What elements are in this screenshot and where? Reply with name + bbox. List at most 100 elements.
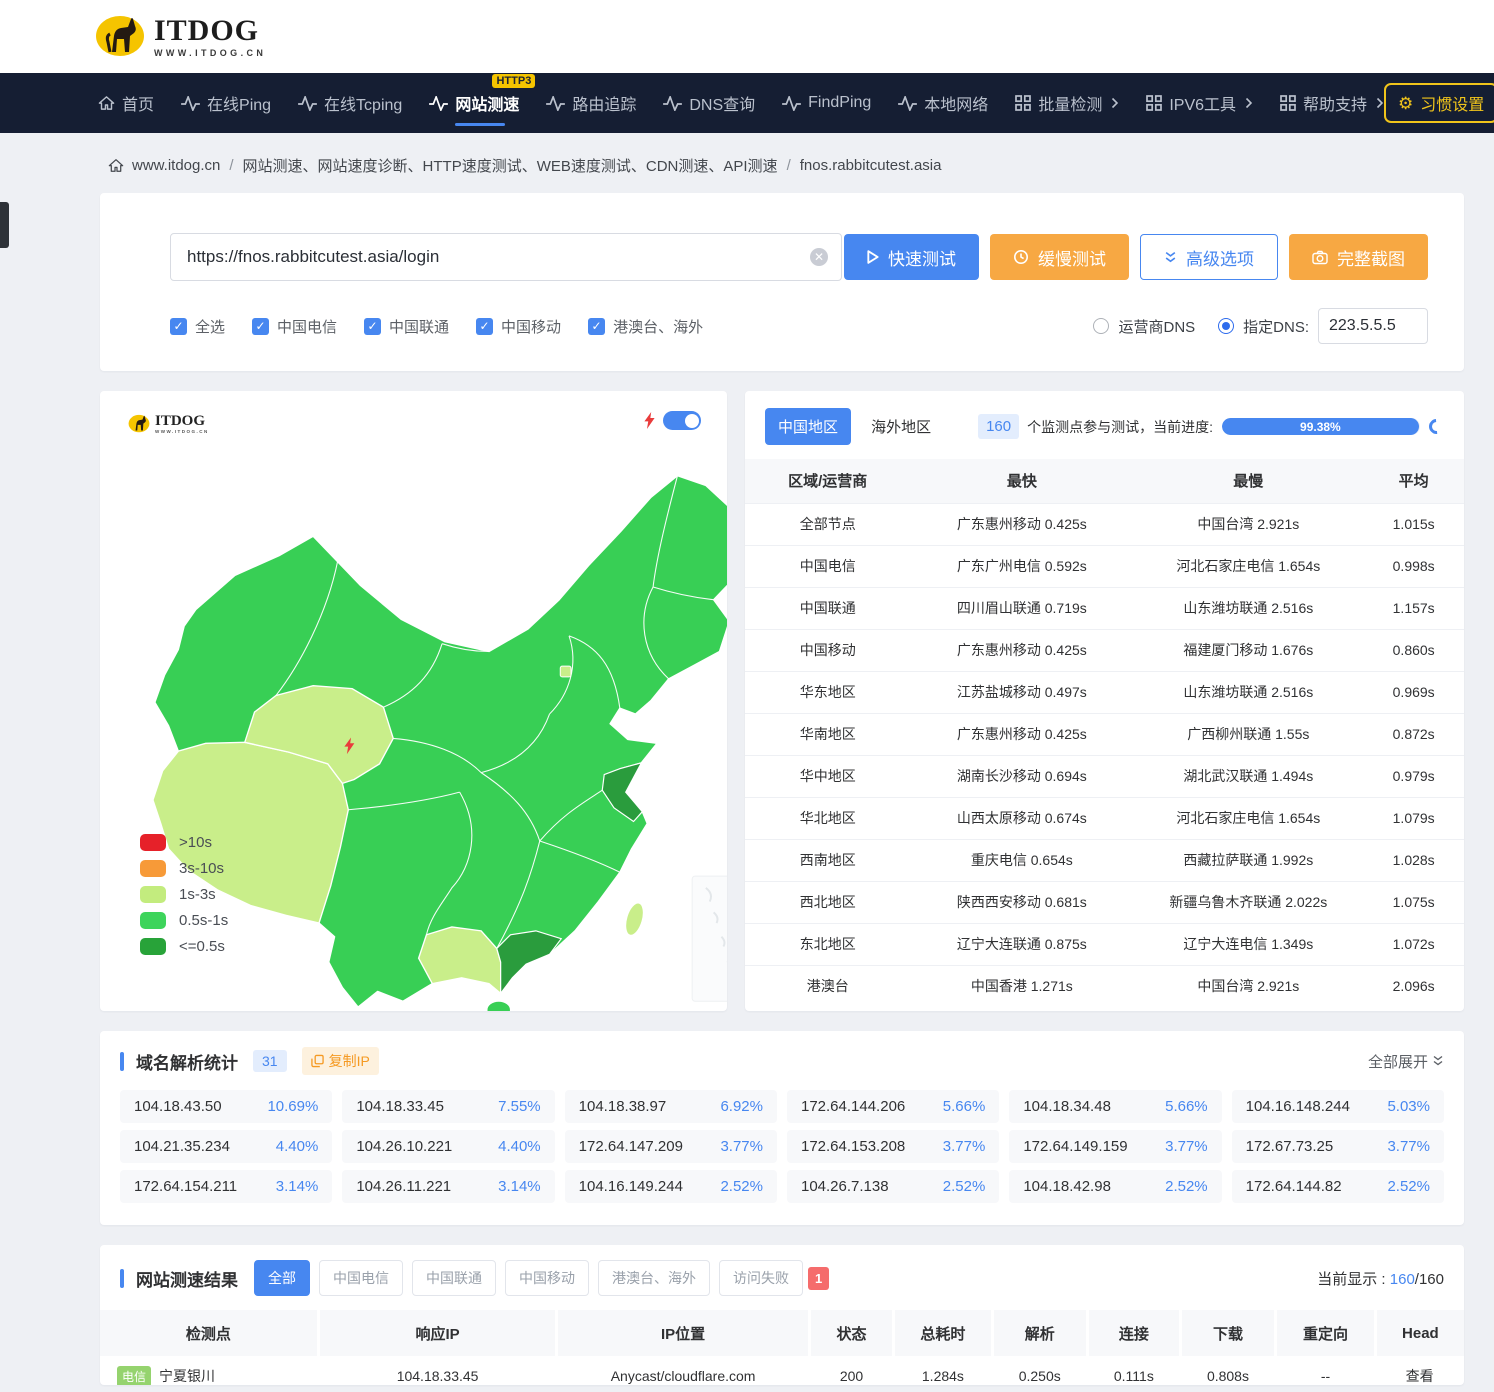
breadcrumb-home[interactable]: www.itdog.cn (132, 157, 220, 174)
ip-stat-cell[interactable]: 172.64.144.82 2.52% (1232, 1170, 1444, 1203)
fastest-value: 中国香港 1.271s (910, 965, 1133, 1007)
result-table: 检测点响应IPIP位置状态总耗时解析连接下载重定向Head 电信宁夏银川 104… (100, 1310, 1464, 1385)
carrier-checkbox[interactable]: ✓ 中国移动 (476, 316, 561, 337)
region-table-row: 中国电信 广东广州电信 0.592s 河北石家庄电信 1.654s 0.998s (745, 545, 1464, 587)
expand-all-button[interactable]: 全部展开 (1368, 1051, 1444, 1072)
ip-stat-cell[interactable]: 104.21.35.234 4.40% (120, 1130, 332, 1163)
map-mode-toggle[interactable] (663, 411, 701, 430)
filter-tab[interactable]: 中国移动 (505, 1260, 589, 1296)
advanced-options-button[interactable]: 高级选项 (1140, 234, 1278, 280)
full-screenshot-button[interactable]: 完整截图 (1289, 234, 1428, 280)
column-header: 连接 (1087, 1310, 1180, 1356)
carrier-checkbox[interactable]: ✓ 港澳台、海外 (588, 316, 703, 337)
column-header: 平均 (1363, 459, 1464, 503)
breadcrumb-section[interactable]: 网站测速、网站速度诊断、HTTP速度测试、WEB速度测试、CDN测速、API测速 (243, 155, 778, 176)
filter-tab[interactable]: 访问失败 (719, 1260, 803, 1296)
ip-stat-cell[interactable]: 172.64.147.209 3.77% (565, 1130, 777, 1163)
ip-stat-cell[interactable]: 104.18.42.98 2.52% (1009, 1170, 1221, 1203)
filter-tab[interactable]: 全部 (254, 1260, 310, 1296)
ip-stat-cell[interactable]: 104.16.149.244 2.52% (565, 1170, 777, 1203)
ip-stat-cell[interactable]: 172.64.144.206 5.66% (787, 1090, 999, 1123)
specified-dns-label[interactable]: 指定DNS: (1243, 316, 1309, 337)
ip-stat-cell[interactable]: 104.18.33.45 7.55% (342, 1090, 554, 1123)
filter-tab[interactable]: 中国联通 (412, 1260, 496, 1296)
ip-stat-cell[interactable]: 104.18.43.50 10.69% (120, 1090, 332, 1123)
filter-tab[interactable]: 中国电信 (319, 1260, 403, 1296)
nav-item[interactable]: DNS查询 (663, 73, 755, 133)
activity-icon (546, 96, 565, 111)
slowest-value: 河北石家庄电信 1.654s (1133, 545, 1363, 587)
region-name: 华北地区 (745, 797, 910, 839)
result-filter-tabs: 全部 中国电信 中国联通 中国移动 (254, 1260, 829, 1296)
carrier-checkbox[interactable]: ✓ 中国联通 (364, 316, 449, 337)
nav-item[interactable]: 在线Tcping (298, 73, 402, 133)
ip-stat-cell[interactable]: 104.18.34.48 5.66% (1009, 1090, 1221, 1123)
ip-stat-cell[interactable]: 172.64.154.211 3.14% (120, 1170, 332, 1203)
ip-percent: 4.40% (276, 1138, 319, 1155)
copy-ip-button[interactable]: 复制IP (302, 1047, 379, 1075)
grid-icon (1280, 95, 1296, 111)
checkbox-checked-icon: ✓ (252, 318, 269, 335)
nav-item[interactable]: 网站测速 HTTP3 (429, 73, 519, 133)
fastest-value: 四川眉山联通 0.719s (910, 587, 1133, 629)
ip-percent: 6.92% (720, 1098, 763, 1115)
nav-item-icon (898, 96, 917, 111)
ip-address: 104.26.7.138 (801, 1178, 889, 1195)
nav-item-icon (1015, 95, 1031, 111)
nav-item[interactable]: 路由追踪 (546, 73, 636, 133)
settings-button[interactable]: ⚙ 习惯设置 (1384, 83, 1494, 123)
ip-stat-cell[interactable]: 104.26.11.221 3.14% (342, 1170, 554, 1203)
carrier-checkbox-group: ✓ 全选 ✓ 中国电信 ✓ 中国联通 ✓ 中国 (170, 316, 703, 337)
dns-input[interactable] (1318, 308, 1428, 344)
nav-item[interactable]: 在线Ping (181, 73, 271, 133)
activity-icon (429, 96, 448, 111)
filter-tab[interactable]: 港澳台、海外 (598, 1260, 710, 1296)
activity-icon (663, 96, 682, 111)
fastest-value: 广东惠州移动 0.425s (910, 503, 1133, 545)
quick-test-button[interactable]: 快速测试 (844, 234, 979, 280)
specified-dns-radio[interactable] (1218, 318, 1234, 334)
slowest-value: 河北石家庄电信 1.654s (1133, 797, 1363, 839)
head-view-link[interactable]: 查看 (1375, 1356, 1464, 1385)
tab-overseas-region[interactable]: 海外地区 (858, 408, 944, 445)
carrier-checkbox[interactable]: ✓ 全选 (170, 316, 225, 337)
checkbox-checked-icon: ✓ (588, 318, 605, 335)
ip-stat-cell[interactable]: 104.26.10.221 4.40% (342, 1130, 554, 1163)
itdog-logo[interactable]: ITDOG WWW.ITDOG.CN (90, 12, 266, 62)
carrier-checkbox[interactable]: ✓ 中国电信 (252, 316, 337, 337)
region-name: 东北地区 (745, 923, 910, 965)
chevron-right-icon (1376, 97, 1384, 109)
url-input[interactable] (170, 233, 842, 281)
speed-results-title: 网站测速结果 (136, 1266, 238, 1291)
brand-name: ITDOG (154, 16, 266, 46)
chevron-right-icon (1111, 97, 1119, 109)
nav-item[interactable]: 帮助支持 (1280, 73, 1384, 133)
clear-input-icon[interactable]: ✕ (810, 248, 828, 266)
ip-address: 104.18.34.48 (1023, 1098, 1111, 1115)
slowest-value: 中国台湾 2.921s (1133, 503, 1363, 545)
test-form-card: ✕ 快速测试 缓慢测试 高级选项 完整截图 (100, 193, 1464, 371)
ip-address: 172.64.144.82 (1246, 1178, 1342, 1195)
ip-stat-cell[interactable]: 104.16.148.244 5.03% (1232, 1090, 1444, 1123)
nav-item[interactable]: 首页 (98, 73, 154, 133)
fastest-value: 山西太原移动 0.674s (910, 797, 1133, 839)
page-edge-tab[interactable] (0, 202, 9, 248)
nav-item[interactable]: 本地网络 (898, 73, 988, 133)
operator-dns-radio[interactable] (1093, 318, 1109, 334)
region-table-row: 华东地区 江苏盐城移动 0.497s 山东潍坊联通 2.516s 0.969s (745, 671, 1464, 713)
ip-stat-cell[interactable]: 172.67.73.25 3.77% (1232, 1130, 1444, 1163)
operator-dns-label[interactable]: 运营商DNS (1118, 316, 1195, 337)
ip-stat-cell[interactable]: 104.26.7.138 2.52% (787, 1170, 999, 1203)
nav-item[interactable]: FindPing (782, 73, 871, 133)
legend-item: 1s-3s (140, 886, 228, 903)
legend-item: 0.5s-1s (140, 912, 228, 929)
slow-test-button[interactable]: 缓慢测试 (990, 234, 1129, 280)
ip-stat-cell[interactable]: 172.64.149.159 3.77% (1009, 1130, 1221, 1163)
progress-percent: 99.38% (1300, 420, 1341, 434)
nav-item[interactable]: IPV6工具 (1146, 73, 1253, 133)
tab-china-region[interactable]: 中国地区 (765, 408, 851, 445)
ip-stat-cell[interactable]: 104.18.38.97 6.92% (565, 1090, 777, 1123)
map-beijing (560, 666, 571, 677)
ip-stat-cell[interactable]: 172.64.153.208 3.77% (787, 1130, 999, 1163)
nav-item[interactable]: 批量检测 (1015, 73, 1119, 133)
